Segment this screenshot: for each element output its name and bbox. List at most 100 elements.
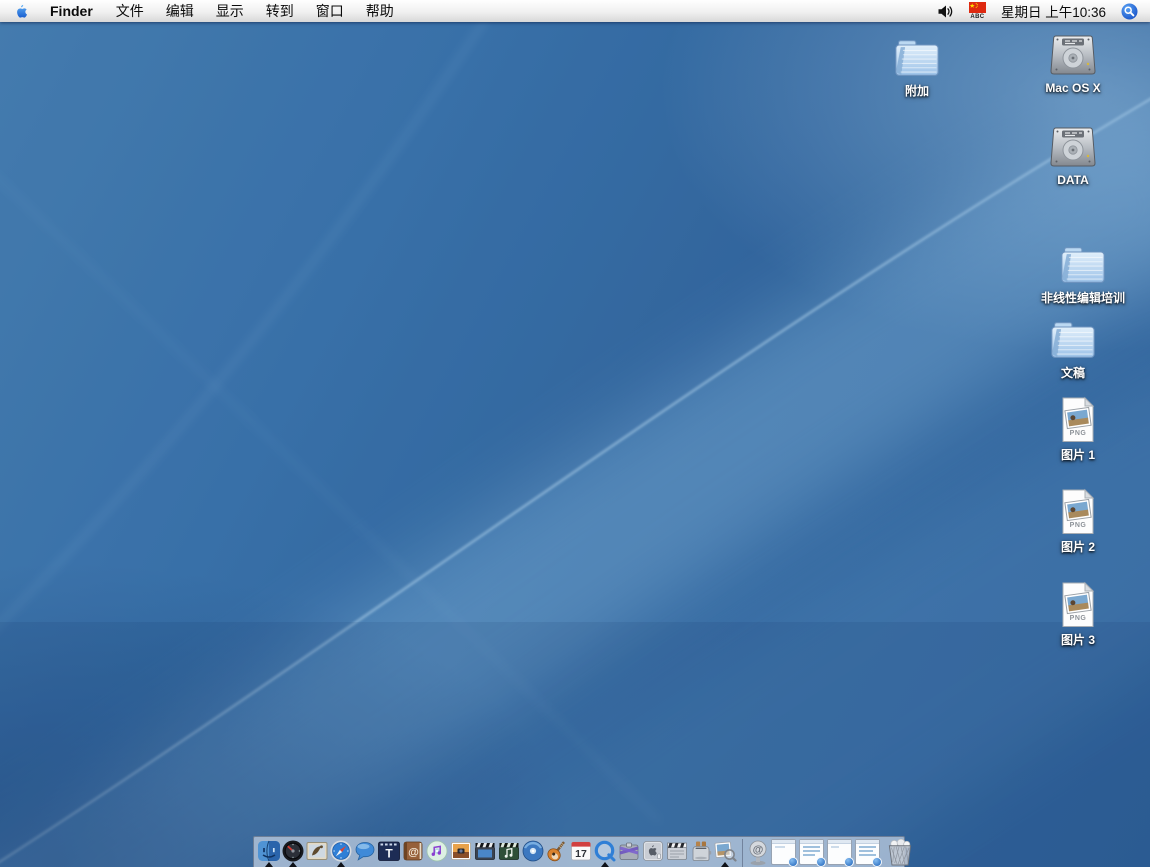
desktop-icon-label: 非线性编辑培训 — [1041, 289, 1125, 306]
folder-icon — [891, 36, 943, 80]
dock-icon-imovie[interactable] — [473, 839, 497, 866]
png-type-badge: PNG — [1059, 430, 1097, 437]
dock-icon-soundtrack[interactable] — [497, 839, 521, 866]
running-indicator — [337, 862, 345, 867]
input-method-menu[interactable]: ABC — [969, 2, 986, 20]
minimized-window[interactable] — [827, 839, 852, 865]
movie-clapper-icon — [473, 839, 497, 863]
desktop-icon-image-2[interactable]: PNG 图片 2 — [1023, 488, 1133, 555]
dock-icon-safari[interactable] — [329, 839, 353, 866]
dock: T @ — [253, 836, 905, 867]
dock-icon-system-preferences[interactable] — [641, 839, 665, 866]
webloc-at-stand-icon[interactable]: @ — [748, 839, 768, 866]
chat-bubble-icon — [353, 839, 377, 863]
input-method-label: ABC — [970, 14, 984, 20]
window-titlebar — [800, 840, 823, 844]
svg-text:@: @ — [753, 844, 764, 856]
menu-go[interactable]: 转到 — [255, 0, 305, 22]
folder-icon — [1057, 243, 1109, 287]
volume-icon[interactable] — [937, 4, 954, 19]
dock-icon-ichat[interactable] — [353, 839, 377, 866]
minimized-window[interactable] — [799, 839, 824, 865]
desktop-wallpaper: 附加 Mac OS X DATA 非线性编辑培训 文稿 PNG 图片 1 PNG… — [0, 22, 1150, 867]
hard-drive-icon — [1047, 125, 1099, 171]
dock-app-section: T @ — [257, 839, 737, 866]
menu-clock[interactable]: 星期日 上午10:36 — [1001, 1, 1106, 21]
desktop-icon-label: Mac OS X — [1045, 81, 1100, 95]
app-menu-finder[interactable]: Finder — [38, 0, 105, 22]
dock-icon-toast[interactable] — [689, 839, 713, 866]
dock-icon-toolbox[interactable] — [617, 839, 641, 866]
apple-plate-icon — [641, 839, 665, 863]
dock-icon-finder[interactable] — [257, 839, 281, 866]
menu-file[interactable]: 文件 — [105, 0, 155, 22]
dvd-disc-icon — [521, 839, 545, 863]
dock-documents-section: @ — [748, 839, 915, 866]
png-type-badge: PNG — [1059, 522, 1097, 529]
desktop-icon-volume-macosx[interactable]: Mac OS X — [1018, 33, 1128, 95]
menu-bar: Finder 文件 编辑 显示 转到 窗口 帮助 ABC 星期日 上午10:36 — [0, 0, 1150, 22]
desktop-icon-label: 附加 — [905, 82, 929, 99]
dock-icon-preview[interactable] — [713, 839, 737, 866]
menu-help[interactable]: 帮助 — [355, 0, 405, 22]
safari-badge-icon — [816, 857, 826, 867]
desktop-icon-volume-data[interactable]: DATA — [1018, 125, 1128, 187]
svg-text:T: T — [385, 847, 393, 861]
window-titlebar — [772, 840, 795, 844]
png-file-icon: PNG — [1059, 488, 1097, 536]
chinese-flag-icon — [969, 2, 986, 13]
menu-view[interactable]: 显示 — [205, 0, 255, 22]
desktop-icon-folder-nle-training[interactable]: 非线性编辑培训 — [1028, 243, 1138, 306]
clapperboard-icon — [665, 839, 689, 863]
png-file-icon: PNG — [1059, 581, 1097, 629]
desktop-icon-folder-wengao[interactable]: 文稿 — [1018, 318, 1128, 381]
dock-icon-dashboard[interactable] — [281, 839, 305, 866]
dock-icon-garageband[interactable] — [545, 839, 569, 866]
svg-text:@: @ — [408, 847, 419, 859]
spotlight-icon[interactable] — [1121, 3, 1138, 20]
menu-edit[interactable]: 编辑 — [155, 0, 205, 22]
desktop-icon-folder-fujia[interactable]: 附加 — [862, 36, 972, 99]
desktop-icon-label: DATA — [1057, 173, 1089, 187]
address-book-icon: @ — [401, 839, 425, 863]
dock-icon-livetype[interactable]: T — [377, 839, 401, 866]
dock-icon-address-book[interactable]: @ — [401, 839, 425, 866]
photo-camera-icon — [449, 839, 473, 863]
svg-text:17: 17 — [575, 848, 587, 860]
minimized-window[interactable] — [855, 839, 880, 865]
dock-icon-quicktime[interactable] — [593, 839, 617, 866]
minimized-window[interactable] — [771, 839, 796, 865]
dock-separator — [742, 839, 743, 867]
apple-menu[interactable] — [6, 0, 38, 22]
dock-icon-final-cut[interactable] — [665, 839, 689, 866]
window-titlebar — [828, 840, 851, 844]
safari-badge-icon — [844, 857, 854, 867]
running-indicator — [265, 862, 273, 867]
menu-window[interactable]: 窗口 — [305, 0, 355, 22]
desktop-icon-image-1[interactable]: PNG 图片 1 — [1023, 396, 1133, 463]
dock-icon-ical[interactable]: 17 — [569, 839, 593, 866]
desktop-icon-label: 文稿 — [1061, 364, 1085, 381]
compass-icon — [329, 839, 353, 863]
toaster-icon — [689, 839, 713, 863]
crate-straps-icon — [617, 839, 641, 863]
desktop-icon-label: 图片 1 — [1061, 446, 1095, 463]
hard-drive-icon — [1047, 33, 1099, 79]
desktop-icon-label: 图片 3 — [1061, 631, 1095, 648]
desktop-icon-image-3[interactable]: PNG 图片 3 — [1023, 581, 1133, 648]
gauge-icon — [281, 839, 305, 863]
apple-logo-icon — [15, 2, 30, 20]
running-indicator — [601, 862, 609, 867]
safari-badge-icon — [788, 857, 798, 867]
dock-icon-iphoto[interactable] — [449, 839, 473, 866]
quicktime-q-icon — [593, 839, 617, 863]
trash-full-icon[interactable] — [885, 839, 915, 866]
running-indicator — [721, 862, 729, 867]
dock-icon-itunes[interactable] — [425, 839, 449, 866]
safari-badge-icon — [872, 857, 882, 867]
aqua-wallpaper-art — [0, 22, 1150, 867]
window-titlebar — [856, 840, 879, 844]
dock-icon-mail[interactable] — [305, 839, 329, 866]
calendar-icon: 17 — [569, 839, 593, 863]
dock-icon-idvd[interactable] — [521, 839, 545, 866]
